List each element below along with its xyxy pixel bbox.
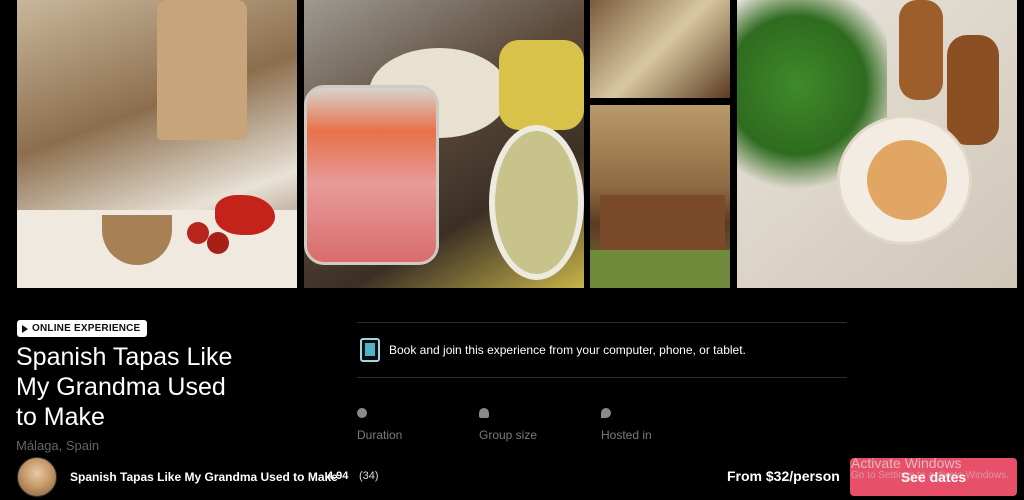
gallery-photo-croquettes[interactable] bbox=[737, 0, 1017, 288]
stat-label: Duration bbox=[357, 428, 403, 442]
stat-label: Hosted in bbox=[601, 428, 652, 442]
gallery-photo-tapas-tray[interactable] bbox=[590, 0, 730, 98]
stat-duration: Duration bbox=[357, 408, 402, 442]
apron-shape bbox=[157, 0, 247, 140]
title-line: Spanish Tapas Like bbox=[16, 343, 233, 371]
sauce-shape bbox=[867, 140, 947, 220]
gallery-photo-tapas-jar[interactable] bbox=[304, 0, 584, 288]
divider bbox=[357, 377, 847, 378]
clock-icon bbox=[357, 408, 367, 418]
bar-experience-title: Spanish Tapas Like My Grandma Used to Ma… bbox=[70, 470, 338, 484]
location-text: Málaga, Spain bbox=[16, 438, 100, 453]
device-info-text: Book and join this experience from your … bbox=[389, 343, 746, 357]
tomato-shape bbox=[187, 222, 209, 244]
stat-label: Group size bbox=[479, 428, 538, 442]
cabin-shape bbox=[600, 195, 725, 250]
gallery-photo-cabin[interactable] bbox=[590, 105, 730, 288]
rating-value: 4.94 bbox=[327, 470, 349, 482]
review-count[interactable]: (34) bbox=[359, 470, 379, 482]
play-icon bbox=[22, 324, 28, 333]
divider bbox=[357, 322, 847, 323]
tablet-icon bbox=[360, 338, 380, 362]
price-text: From $32/person bbox=[727, 468, 840, 484]
host-avatar[interactable] bbox=[17, 457, 57, 497]
photo-gallery bbox=[0, 0, 1024, 290]
pickles-bowl-shape bbox=[489, 125, 584, 280]
watermark-title: Activate Windows bbox=[851, 455, 962, 471]
salmorejo-jar-shape bbox=[304, 85, 439, 265]
watermark-subtitle: Go to Settings to activate Windows. bbox=[851, 470, 1009, 481]
croquette-shape bbox=[899, 0, 943, 100]
stat-group-size: Group size bbox=[479, 408, 537, 442]
badge-label: ONLINE EXPERIENCE bbox=[32, 323, 141, 334]
chat-icon bbox=[601, 408, 611, 418]
potato-dish-shape bbox=[499, 40, 584, 130]
title-line: My Grandma Used bbox=[16, 373, 226, 401]
stat-hosted-in: Hosted in bbox=[601, 408, 652, 442]
online-experience-badge: ONLINE EXPERIENCE bbox=[17, 320, 148, 337]
device-info: Book and join this experience from your … bbox=[360, 338, 746, 362]
tomato-shape bbox=[207, 232, 229, 254]
gallery-photo-host-cooking[interactable] bbox=[17, 0, 297, 288]
title-line: to Make bbox=[16, 403, 105, 431]
activate-windows-watermark: Activate Windows Go to Settings to activ… bbox=[851, 456, 1009, 482]
grass-shape bbox=[590, 250, 730, 288]
croquette-shape bbox=[947, 35, 999, 145]
pepper-shape bbox=[215, 195, 275, 235]
group-icon bbox=[479, 408, 489, 418]
page-title: Spanish Tapas Like My Grandma Used to Ma… bbox=[16, 342, 316, 432]
